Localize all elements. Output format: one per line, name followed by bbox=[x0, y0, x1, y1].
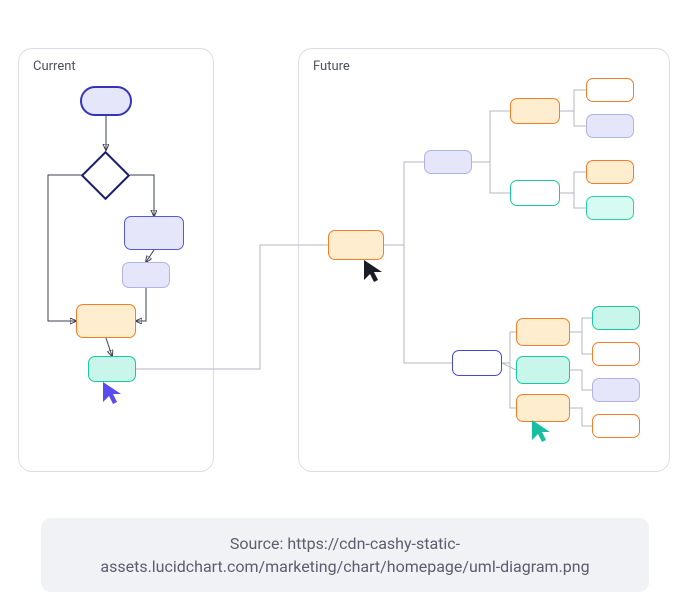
cursor-teal-icon bbox=[530, 418, 552, 444]
future-panel: Future bbox=[298, 48, 670, 472]
future-upper-child-2[interactable] bbox=[510, 180, 560, 206]
start-terminator[interactable] bbox=[80, 86, 132, 116]
current-step-b[interactable] bbox=[122, 262, 170, 288]
source-prefix: Source: bbox=[230, 534, 287, 553]
diagram-canvas: Current Future bbox=[0, 0, 690, 614]
future-lower-branch[interactable] bbox=[452, 350, 502, 376]
future-upper-leaf-1a[interactable] bbox=[586, 78, 634, 102]
current-step-d[interactable] bbox=[88, 356, 136, 382]
source-url: https://cdn-cashy-static-assets.lucidcha… bbox=[100, 534, 589, 576]
cursor-indigo-icon bbox=[101, 380, 123, 406]
future-upper-leaf-1b[interactable] bbox=[586, 114, 634, 138]
future-lower-leaf-3[interactable] bbox=[592, 378, 640, 402]
current-step-c[interactable] bbox=[76, 304, 136, 338]
current-step-a[interactable] bbox=[124, 216, 184, 250]
future-lower-child-2[interactable] bbox=[516, 356, 570, 384]
current-panel-label: Current bbox=[33, 59, 76, 74]
future-upper-child-1[interactable] bbox=[510, 98, 560, 124]
future-root[interactable] bbox=[328, 230, 384, 260]
future-lower-child-1[interactable] bbox=[516, 318, 570, 346]
future-lower-leaf-4[interactable] bbox=[592, 414, 640, 438]
future-upper-leaf-2b[interactable] bbox=[586, 196, 634, 220]
source-caption: Source: https://cdn-cashy-static-assets.… bbox=[41, 518, 649, 592]
future-lower-leaf-2[interactable] bbox=[592, 342, 640, 366]
future-upper-branch[interactable] bbox=[424, 150, 472, 174]
future-upper-leaf-2a[interactable] bbox=[586, 160, 634, 184]
future-lower-leaf-1[interactable] bbox=[592, 306, 640, 330]
future-panel-label: Future bbox=[313, 59, 350, 74]
cursor-black-icon bbox=[362, 258, 384, 284]
